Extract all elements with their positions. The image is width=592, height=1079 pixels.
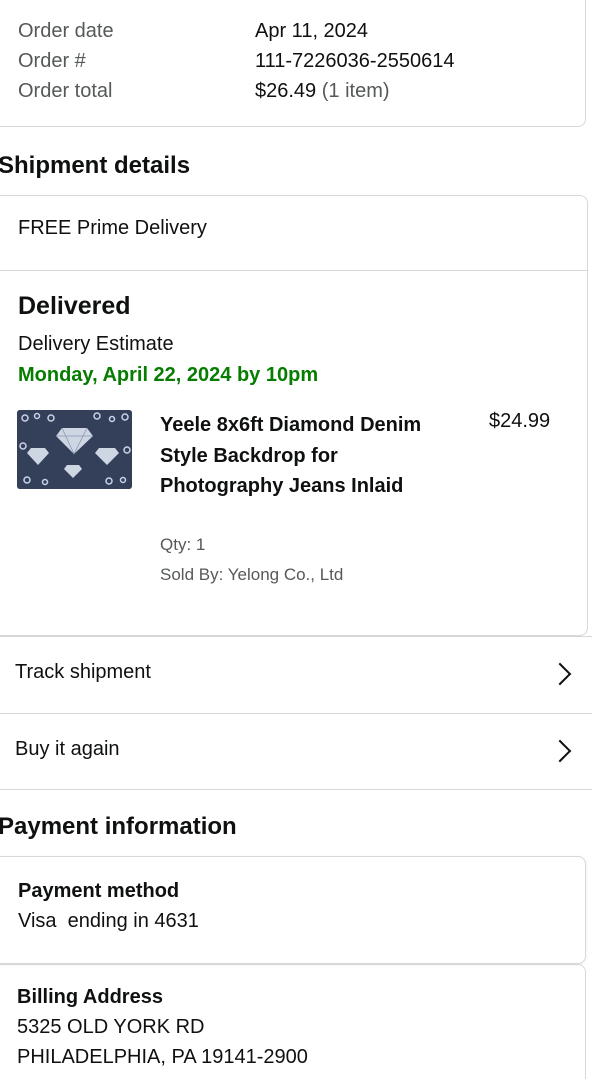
order-number-label: Order # [18, 50, 86, 72]
billing-address-line1: 5325 OLD YORK RD [17, 1016, 205, 1038]
delivery-status: Delivered [18, 292, 131, 320]
product-price: $24.99 [489, 410, 551, 432]
track-shipment-label: Track shipment [15, 661, 151, 683]
delivery-estimate-label: Delivery Estimate [18, 333, 174, 355]
billing-address-label: Billing Address [17, 986, 163, 1008]
order-details-page: Order date Apr 11, 2024 Order # 111-7226… [0, 0, 592, 1079]
product-thumbnail[interactable] [17, 410, 132, 489]
product-sold-by: Sold By: Yelong Co., Ltd [160, 565, 344, 584]
billing-address-line2: PHILADELPHIA, PA 19141-2900 [17, 1046, 308, 1068]
payment-method-value: Visa ending in 4631 [18, 910, 199, 932]
product-title-link[interactable]: Yeele 8x6ft Diamond Denim Style Backdrop… [160, 410, 430, 502]
chevron-right-icon [548, 739, 572, 763]
chevron-right-icon [548, 662, 572, 686]
order-number-value: 111-7226036-2550614 [255, 50, 455, 72]
order-date-label: Order date [18, 20, 114, 42]
track-shipment-row[interactable]: Track shipment [0, 636, 592, 712]
order-total-value-group: $26.49 (1 item) [255, 80, 390, 103]
shipment-divider [0, 270, 588, 271]
payment-method-label: Payment method [18, 880, 180, 902]
buy-again-label: Buy it again [15, 738, 120, 760]
order-total-value: $26.49 [255, 80, 317, 102]
shipment-details-title: Shipment details [0, 152, 191, 179]
delivery-estimate-date: Monday, April 22, 2024 by 10pm [18, 364, 319, 386]
product-qty: Qty: 1 [160, 535, 206, 554]
denim-diamond-pattern-icon [17, 410, 132, 489]
order-date-value: Apr 11, 2024 [255, 20, 369, 42]
order-total-label: Order total [18, 80, 113, 102]
actions-divider [0, 789, 592, 790]
buy-again-row[interactable]: Buy it again [0, 713, 592, 789]
delivery-type: FREE Prime Delivery [18, 217, 207, 239]
payment-information-title: Payment information [0, 813, 237, 840]
order-total-items: (1 item) [321, 80, 390, 102]
